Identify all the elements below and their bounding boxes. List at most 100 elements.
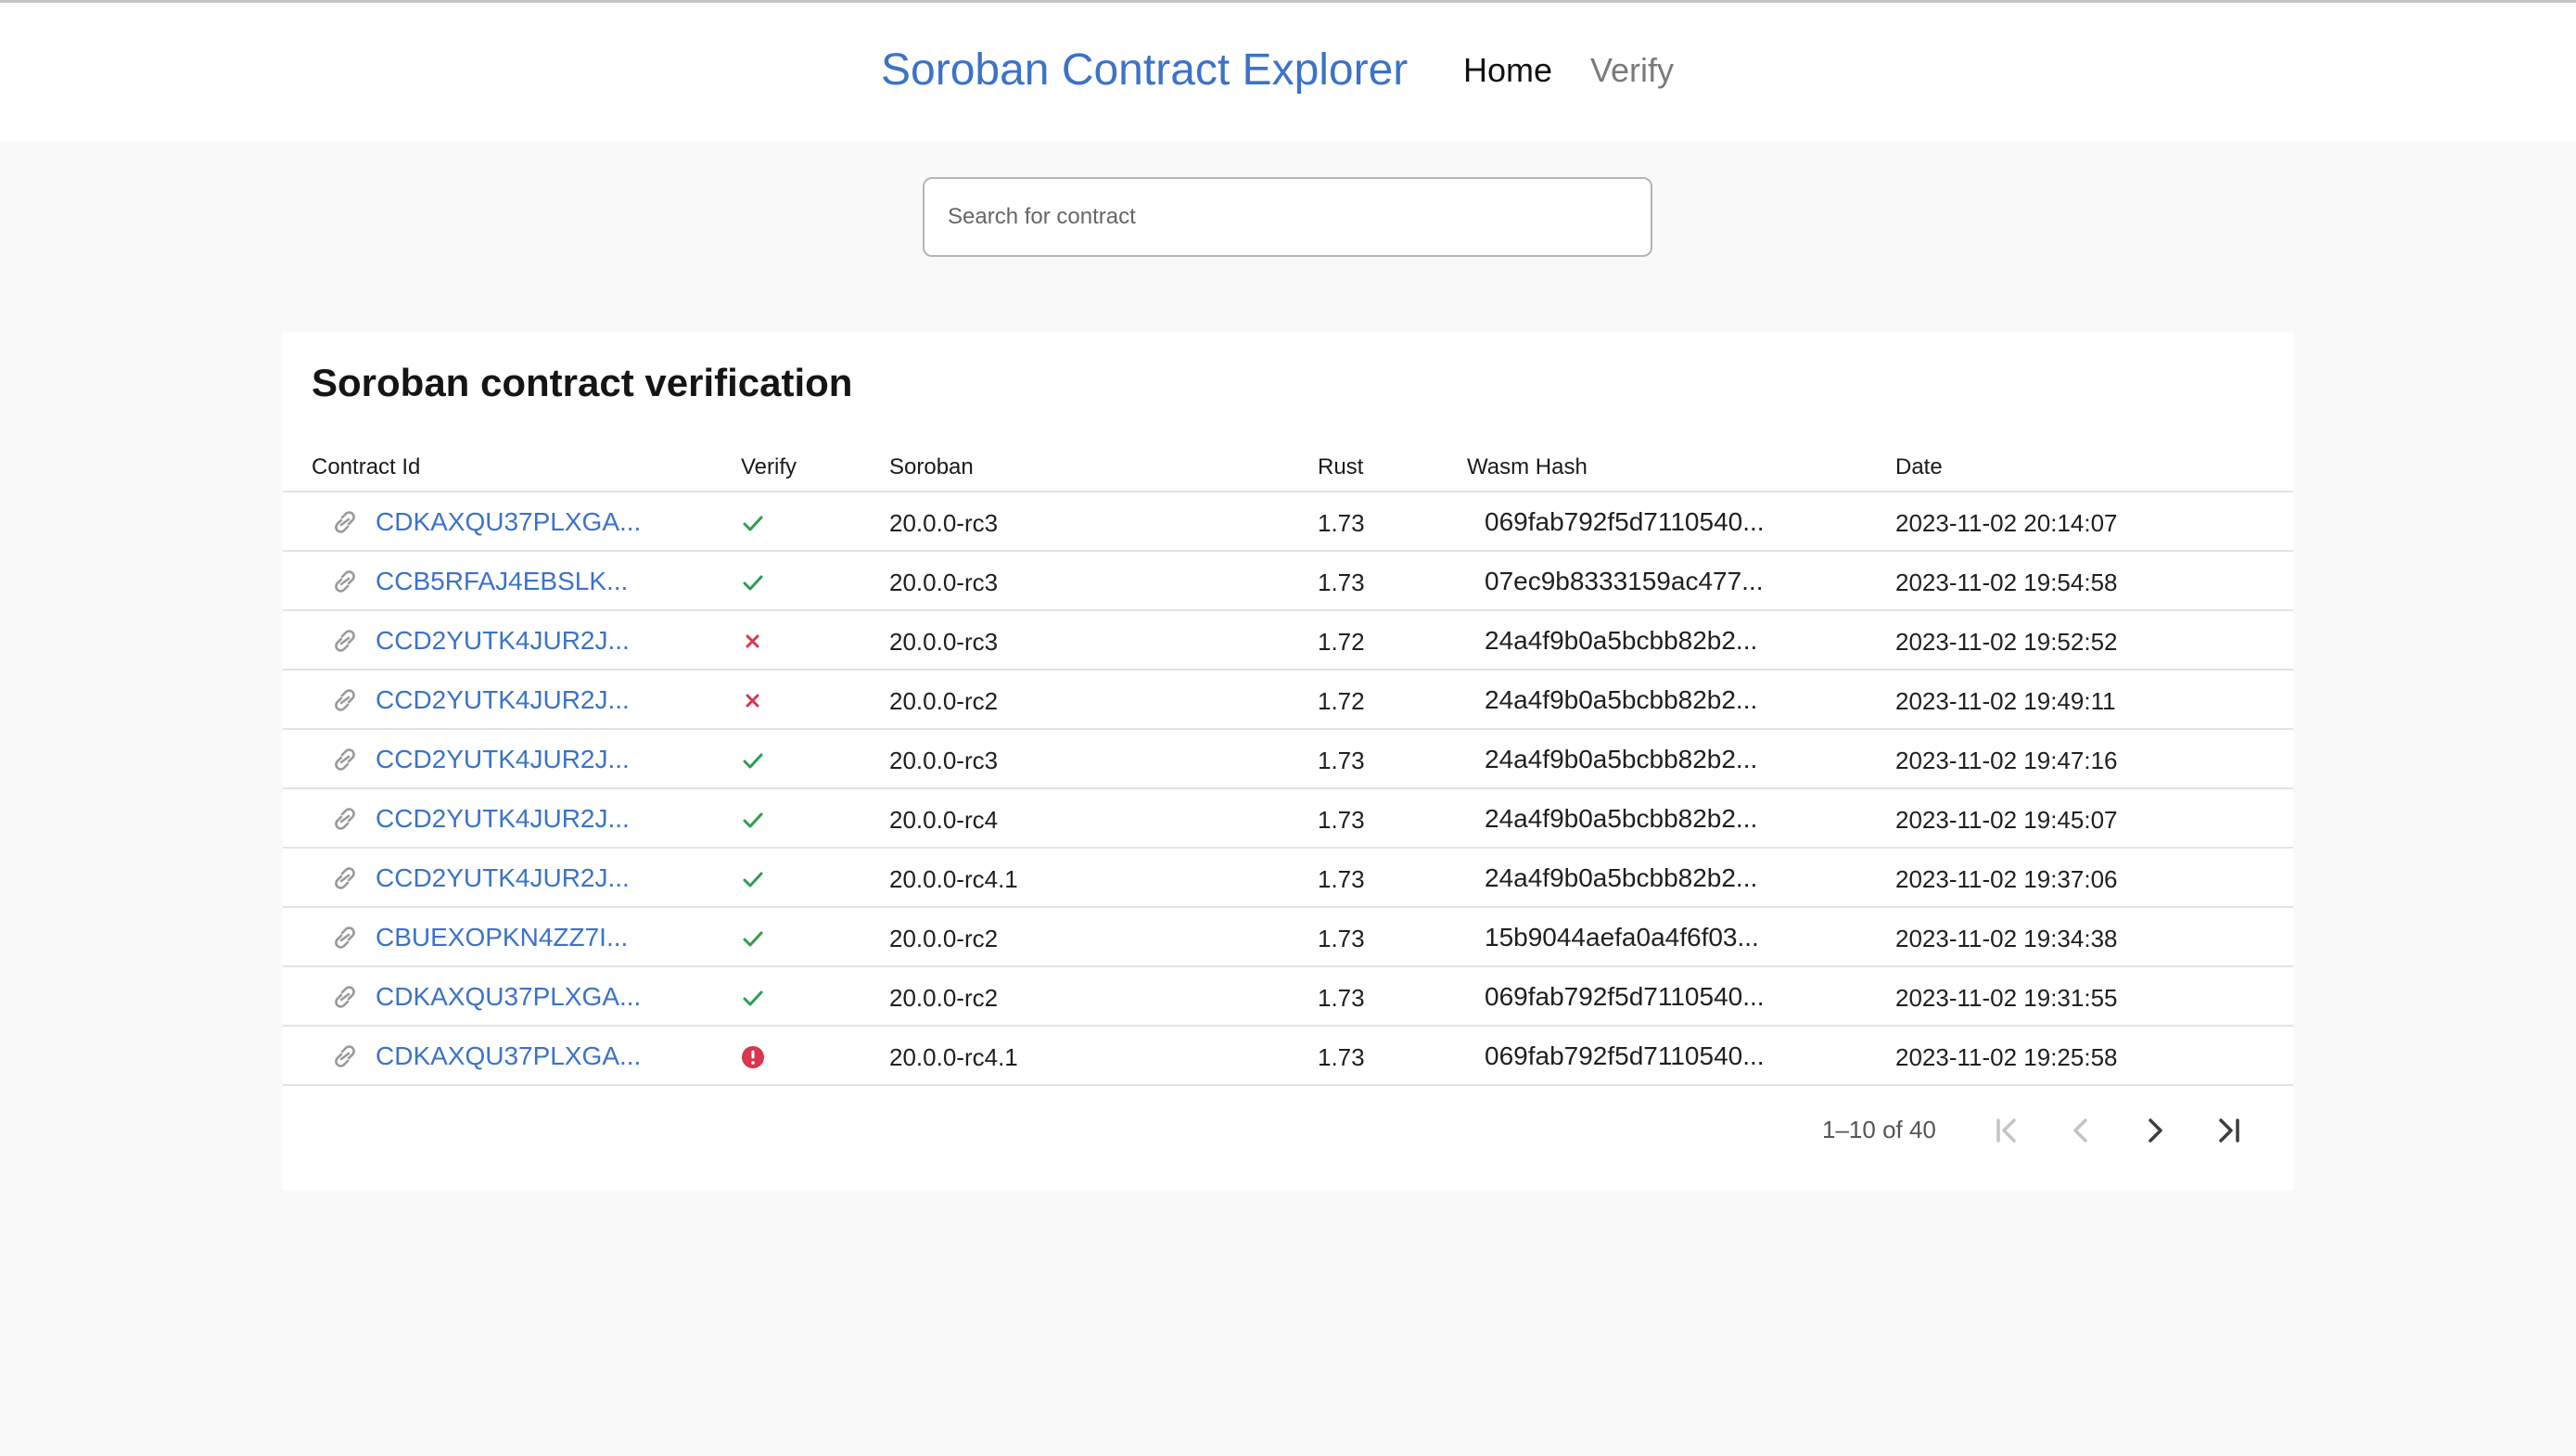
check-icon [739, 509, 767, 537]
link-icon[interactable] [329, 568, 361, 594]
soroban-version: 20.0.0-rc3 [889, 568, 999, 596]
previous-page-button[interactable] [2059, 1108, 2103, 1153]
column-header-verify: Verify [741, 454, 797, 479]
link-icon[interactable] [329, 747, 361, 773]
check-icon [739, 568, 767, 596]
check-icon [739, 865, 767, 893]
column-header-soroban: Soroban [889, 454, 974, 479]
column-header-rust: Rust [1318, 454, 1364, 479]
soroban-version: 20.0.0-rc2 [889, 984, 999, 1012]
column-header-contract-id: Contract Id [312, 454, 421, 479]
check-icon [739, 747, 767, 774]
table-row[interactable]: CCD2YUTK4JUR2J... 20.0.0-rc4.1 1.73 24a4f9b… [283, 849, 2293, 908]
cross-icon [739, 687, 767, 715]
contract-id-link[interactable]: CDKAXQU37PLXGA... [376, 1041, 641, 1071]
wasm-hash: 24a4f9b0a5bcbb82b2... [1485, 863, 1758, 892]
link-icon[interactable] [329, 806, 361, 832]
table-row[interactable]: CCD2YUTK4JUR2J... 20.0.0-rc4 1.73 24a4f9b0a… [283, 789, 2293, 849]
link-icon[interactable] [329, 509, 361, 535]
table-row[interactable]: CCD2YUTK4JUR2J... 20.0.0-rc2 1.72 24a4f9b0a… [283, 671, 2293, 730]
contract-id-link[interactable]: CCD2YUTK4JUR2J... [376, 804, 630, 834]
date: 2023-11-02 19:45:07 [1895, 806, 2118, 834]
table-row[interactable]: CDKAXQU37PLXGA... 20.0.0-rc2 1.73 069fab792… [283, 967, 2293, 1027]
rust-version: 1.73 [1318, 568, 1365, 596]
card-title: Soroban contract verification [312, 361, 853, 404]
wasm-hash: 07ec9b8333159ac477... [1485, 567, 1764, 595]
nav-home[interactable]: Home [1463, 51, 1552, 90]
link-icon[interactable] [329, 1043, 361, 1069]
link-icon[interactable] [329, 984, 361, 1010]
search-box [923, 177, 1652, 257]
first-page-button[interactable] [1984, 1108, 2029, 1153]
soroban-version: 20.0.0-rc4.1 [889, 865, 1018, 893]
check-icon [739, 806, 767, 834]
rust-version: 1.73 [1318, 984, 1365, 1012]
soroban-version: 20.0.0-rc2 [889, 687, 999, 715]
table-header: Contract Id Verify Soroban Rust Wasm Has… [283, 441, 2293, 492]
wasm-hash: 069fab792f5d7110540... [1485, 982, 1765, 1011]
rust-version: 1.73 [1318, 925, 1365, 952]
verification-card: Soroban contract verification Contract I… [283, 332, 2293, 1191]
brand-title[interactable]: Soroban Contract Explorer [881, 45, 1408, 96]
contract-id-link[interactable]: CBUEXOPKN4ZZ7I... [376, 923, 628, 952]
table-row[interactable]: CBUEXOPKN4ZZ7I... 20.0.0-rc2 1.73 15b9044ae… [283, 908, 2293, 967]
table-row[interactable]: CCD2YUTK4JUR2J... 20.0.0-rc3 1.73 24a4f9b0a… [283, 730, 2293, 789]
table-row[interactable]: CDKAXQU37PLXGA... 20.0.0-rc3 1.73 069fab792… [283, 492, 2293, 552]
soroban-version: 20.0.0-rc2 [889, 925, 999, 952]
table-row[interactable]: CCD2YUTK4JUR2J... 20.0.0-rc3 1.72 24a4f9b0a… [283, 611, 2293, 671]
table-row[interactable]: CCB5RFAJ4EBSLK... 20.0.0-rc3 1.73 07ec9b833… [283, 552, 2293, 611]
contract-id-link[interactable]: CCD2YUTK4JUR2J... [376, 863, 630, 893]
link-icon[interactable] [329, 628, 361, 654]
check-icon [739, 984, 767, 1012]
soroban-version: 20.0.0-rc3 [889, 509, 999, 537]
wasm-hash: 24a4f9b0a5bcbb82b2... [1485, 685, 1758, 714]
wasm-hash: 24a4f9b0a5bcbb82b2... [1485, 745, 1758, 773]
wasm-hash: 069fab792f5d7110540... [1485, 1041, 1765, 1070]
soroban-version: 20.0.0-rc4.1 [889, 1043, 1018, 1071]
date: 2023-11-02 19:31:55 [1895, 984, 2118, 1012]
table-row[interactable]: CDKAXQU37PLXGA... 20.0.0-rc4.1 1.73 069fab7… [283, 1027, 2293, 1086]
link-icon[interactable] [329, 925, 361, 951]
check-icon [739, 925, 767, 952]
date: 2023-11-02 20:14:07 [1895, 509, 2118, 537]
contract-id-link[interactable]: CCD2YUTK4JUR2J... [376, 745, 630, 774]
rust-version: 1.72 [1318, 687, 1365, 715]
last-page-button[interactable] [2207, 1108, 2251, 1153]
contract-id-link[interactable]: CDKAXQU37PLXGA... [376, 507, 641, 537]
pagination: 1–10 of 40 [283, 1088, 2293, 1191]
rust-version: 1.72 [1318, 628, 1365, 656]
wasm-hash: 24a4f9b0a5bcbb82b2... [1485, 626, 1758, 655]
first-page-icon [1996, 1118, 2016, 1143]
last-page-icon [2219, 1118, 2239, 1143]
soroban-version: 20.0.0-rc4 [889, 806, 999, 834]
wasm-hash: 069fab792f5d7110540... [1485, 507, 1765, 536]
cross-icon [739, 628, 767, 656]
contract-id-link[interactable]: CCB5RFAJ4EBSLK... [376, 567, 628, 596]
date: 2023-11-02 19:37:06 [1895, 865, 2118, 893]
soroban-version: 20.0.0-rc3 [889, 628, 999, 656]
date: 2023-11-02 19:54:58 [1895, 568, 2118, 596]
contract-id-link[interactable]: CCD2YUTK4JUR2J... [376, 626, 630, 656]
date: 2023-11-02 19:52:52 [1895, 628, 2118, 656]
soroban-version: 20.0.0-rc3 [889, 747, 999, 774]
search-input[interactable] [925, 179, 1651, 255]
contract-id-link[interactable]: CDKAXQU37PLXGA... [376, 982, 641, 1012]
link-icon[interactable] [329, 865, 361, 891]
rust-version: 1.73 [1318, 865, 1365, 893]
contract-id-link[interactable]: CCD2YUTK4JUR2J... [376, 685, 630, 715]
date: 2023-11-02 19:49:11 [1895, 687, 2116, 715]
chevron-right-icon [2149, 1118, 2162, 1143]
date: 2023-11-02 19:47:16 [1895, 747, 2118, 774]
link-icon[interactable] [329, 687, 361, 713]
pagination-range: 1–10 of 40 [1822, 1116, 1936, 1143]
nav-verify[interactable]: Verify [1590, 51, 1674, 90]
chevron-left-icon [2073, 1118, 2087, 1143]
date: 2023-11-02 19:25:58 [1895, 1043, 2118, 1071]
rust-version: 1.73 [1318, 806, 1365, 834]
next-page-button[interactable] [2133, 1108, 2177, 1153]
column-header-wasm-hash: Wasm Hash [1467, 454, 1588, 479]
date: 2023-11-02 19:34:38 [1895, 925, 2118, 952]
alert-circle-icon [739, 1043, 767, 1071]
rust-version: 1.73 [1318, 747, 1365, 774]
app-header: Soroban Contract Explorer Home Verify [0, 3, 2576, 142]
